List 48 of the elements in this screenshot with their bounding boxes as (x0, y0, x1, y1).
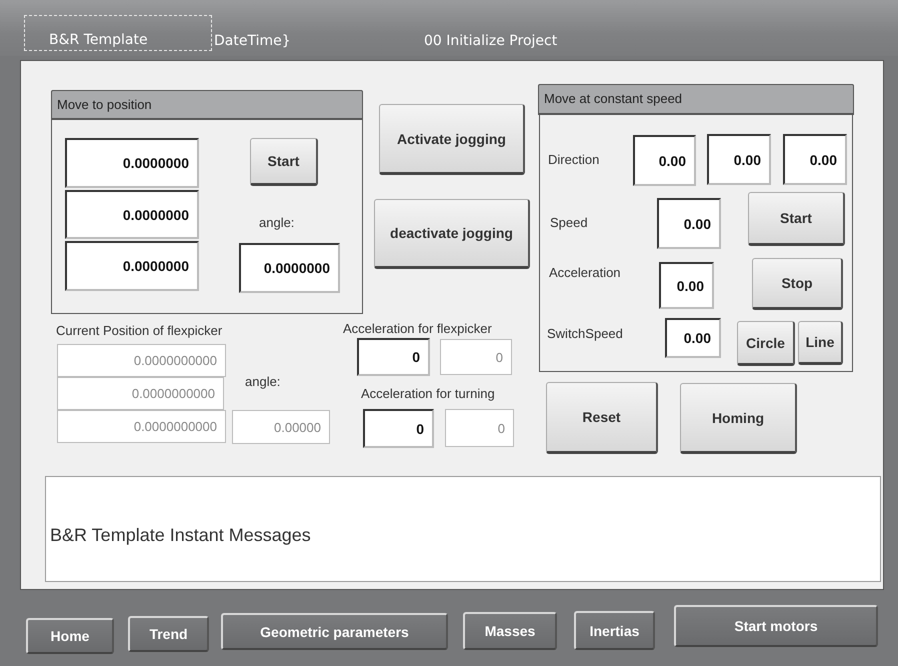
field-label: Acceleration (549, 265, 621, 280)
field-label: Current Position of flexpicker (56, 323, 222, 338)
start-button[interactable]: Start (250, 138, 318, 186)
readout-field: 0.0000000000 (57, 377, 224, 410)
input-field[interactable]: 0 (363, 409, 434, 448)
line-button[interactable]: Line (798, 321, 843, 365)
field-label: SwitchSpeed (547, 326, 623, 341)
input-field[interactable]: 0 (357, 338, 430, 376)
input-field[interactable]: 0.00 (659, 262, 714, 309)
input-field[interactable]: 0.00 (633, 135, 696, 186)
field-label: Acceleration for flexpicker (343, 321, 492, 336)
template-title: B&R Template (24, 15, 212, 51)
nav-button[interactable]: Masses (463, 612, 557, 650)
field-label: angle: (259, 215, 294, 230)
start-button[interactable]: Start (748, 192, 845, 246)
input-field[interactable]: 0.0000000 (65, 190, 199, 239)
homing-button[interactable]: Homing (680, 383, 797, 454)
page-title: 00 Initialize Project (424, 33, 558, 49)
input-field[interactable]: 0.00 (707, 134, 771, 185)
nav-button[interactable]: Geometric parameters (221, 613, 448, 650)
field-label: angle: (245, 374, 280, 389)
nav-button[interactable]: Inertias (574, 611, 655, 650)
input-field[interactable]: 0.0000000 (65, 138, 199, 188)
readout-field: 0.0000000000 (57, 344, 226, 377)
input-field[interactable]: 0.00 (783, 134, 847, 185)
readout-field: 0.0000000000 (57, 410, 226, 443)
nav-button[interactable]: Start motors (674, 605, 878, 647)
readout-field: 0 (445, 409, 514, 447)
stop-button[interactable]: Stop (752, 258, 843, 310)
datetime-text: DateTime} (214, 33, 291, 49)
reset-button[interactable]: Reset (546, 382, 658, 454)
group-header: Move at constant speed (538, 84, 854, 115)
nav-button[interactable]: Trend (128, 616, 209, 652)
input-field[interactable]: 0.0000000 (65, 241, 199, 291)
input-field[interactable]: 0.0000000 (239, 243, 340, 293)
group-header: Move to position (51, 90, 363, 120)
message-area: B&R Template Instant Messages (45, 476, 881, 582)
jogging-button[interactable]: deactivate jogging (374, 199, 530, 269)
readout-field: 0.00000 (232, 410, 330, 444)
circle-button[interactable]: Circle (737, 321, 795, 366)
field-label: Direction (548, 152, 600, 167)
field-label: Acceleration for turning (361, 386, 495, 401)
nav-button[interactable]: Home (26, 618, 114, 654)
jogging-button[interactable]: Activate jogging (379, 104, 525, 175)
input-field[interactable]: 0.00 (657, 198, 721, 249)
input-field[interactable]: 0.00 (665, 318, 721, 358)
readout-field: 0 (440, 339, 512, 375)
field-label: Speed (550, 215, 588, 230)
